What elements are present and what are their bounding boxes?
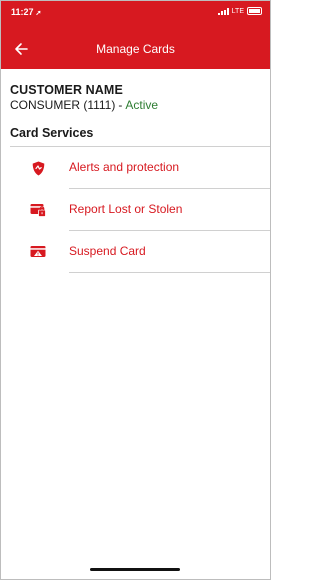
customer-account: CONSUMER (1111) bbox=[10, 98, 116, 112]
customer-info: CUSTOMER NAME CONSUMER (1111) - Active bbox=[1, 69, 270, 112]
suspend-card-item[interactable]: Suspend Card bbox=[1, 231, 270, 272]
account-separator: - bbox=[118, 98, 123, 112]
customer-name-label: CUSTOMER NAME bbox=[10, 83, 123, 97]
account-status: Active bbox=[125, 98, 159, 112]
card-suspend-icon bbox=[30, 244, 46, 260]
card-services-title: Card Services bbox=[10, 126, 94, 140]
report-lost-stolen-label: Report Lost or Stolen bbox=[69, 202, 183, 216]
location-arrow-icon: ➚ bbox=[35, 10, 42, 17]
main-content: CUSTOMER NAME CONSUMER (1111) - Active Car… bbox=[1, 69, 270, 273]
nav-bar: Manage Cards bbox=[1, 35, 270, 65]
page-title: Manage Cards bbox=[96, 42, 175, 56]
status-indicators: LTE bbox=[217, 7, 262, 15]
home-indicator[interactable] bbox=[90, 568, 180, 571]
item-divider bbox=[69, 272, 270, 273]
network-type: LTE bbox=[231, 7, 244, 15]
alerts-and-protection-item[interactable]: Alerts and protection bbox=[1, 147, 270, 188]
report-lost-stolen-item[interactable]: Report Lost or Stolen bbox=[1, 189, 270, 230]
alerts-and-protection-label: Alerts and protection bbox=[69, 160, 180, 174]
customer-account-line: CONSUMER (1111) - Active bbox=[10, 98, 270, 112]
status-time: 11:27 ➚ bbox=[11, 7, 41, 17]
shield-icon bbox=[30, 160, 46, 176]
phone-screen: 11:27 ➚ LTE Manage Cards CUSTOMER NAME C… bbox=[0, 0, 271, 580]
suspend-card-label: Suspend Card bbox=[69, 244, 146, 258]
battery-icon bbox=[247, 7, 262, 15]
status-time-text: 11:27 bbox=[11, 7, 34, 17]
app-header: 11:27 ➚ LTE Manage Cards bbox=[1, 1, 270, 69]
card-lock-icon bbox=[30, 202, 46, 218]
status-bar: 11:27 ➚ LTE bbox=[1, 1, 270, 23]
signal-icon bbox=[217, 7, 229, 15]
